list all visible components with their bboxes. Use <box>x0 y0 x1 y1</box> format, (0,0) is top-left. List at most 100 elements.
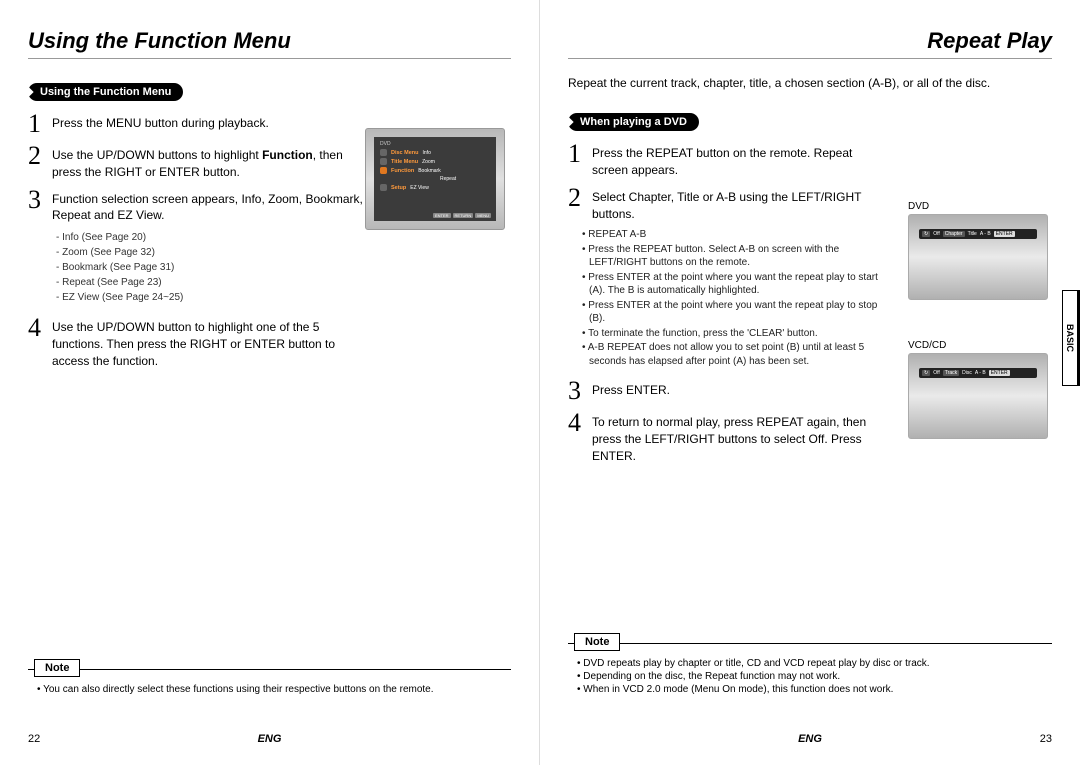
function-sublist: Info (See Page 20) Zoom (See Page 32) Bo… <box>56 230 368 305</box>
tv-label: Title Menu <box>391 159 418 165</box>
tv-btn: RETURN <box>453 213 474 218</box>
tv-item: Repeat <box>440 176 456 182</box>
page-title: Repeat Play <box>568 28 1052 54</box>
tv-item: Info <box>423 150 431 156</box>
note-box: You can also directly select these funct… <box>28 669 511 695</box>
step-text: Select Chapter, Title or A-B using the L… <box>592 185 878 223</box>
osd-column: DVD ↻ Off Chapter Title A - B ENTER VCD/… <box>908 195 1048 439</box>
note-header: Note <box>34 659 80 677</box>
list-item: Press ENTER at the point where you want … <box>582 299 878 326</box>
step-number: 4 <box>568 410 592 464</box>
osd-dvd: ↻ Off Chapter Title A - B ENTER <box>908 214 1048 300</box>
tv-item: EZ View <box>410 185 429 191</box>
step-2: 2 Use the UP/DOWN buttons to highlight F… <box>28 143 368 181</box>
section-pill: Using the Function Menu <box>28 83 183 101</box>
list-item: REPEAT A-B <box>582 228 878 242</box>
header-row: Using the Function Menu <box>28 28 511 59</box>
step-text: Press the REPEAT button on the remote. R… <box>592 141 878 179</box>
tv-buttons: ENTER RETURN MENU <box>433 213 491 218</box>
note-box: DVD repeats play by chapter or title, CD… <box>568 643 1052 695</box>
tv-item: Bookmark <box>418 168 441 174</box>
side-tab-basic: BASIC <box>1062 290 1077 386</box>
tv-screen: DVD Disc Menu Info Title Menu Zoom Functio… <box>374 137 496 221</box>
osd-item: ENTER <box>994 231 1015 237</box>
step-number: 4 <box>28 315 52 369</box>
step-text: Use the UP/DOWN button to highlight one … <box>52 315 368 369</box>
step-text: Function selection screen appears, Info,… <box>52 187 368 225</box>
note-item: Depending on the disc, the Repeat functi… <box>572 671 1048 682</box>
menu-icon <box>380 149 387 156</box>
page-number: 23 <box>1040 733 1052 745</box>
menu-icon <box>380 158 387 165</box>
osd-bar: ↻ Off Chapter Title A - B ENTER <box>919 229 1037 239</box>
step-1: 1 Press the REPEAT button on the remote.… <box>568 141 878 179</box>
manual-spread: Using the Function Menu Using the Functi… <box>0 0 1080 765</box>
step-number: 2 <box>568 185 592 223</box>
osd-item: ENTER <box>989 370 1010 376</box>
osd-item: A - B <box>980 231 991 237</box>
tv-graphic: DVD Disc Menu Info Title Menu Zoom Functio… <box>365 128 505 230</box>
step-number: 1 <box>28 111 52 137</box>
sublist-item: Info (See Page 20) <box>56 230 368 245</box>
footer: ENG 23 <box>568 733 1052 745</box>
header-row: Repeat Play <box>568 28 1052 59</box>
step-text: Press the MENU button during playback. <box>52 111 269 137</box>
step-2: 2 Select Chapter, Title or A-B using the… <box>568 185 878 223</box>
osd-item: Title <box>968 231 977 237</box>
tv-label: Setup <box>391 185 406 191</box>
step-number: 3 <box>568 378 592 404</box>
sublist-item: Bookmark (See Page 31) <box>56 260 368 275</box>
sublist-item: EZ View (See Page 24~25) <box>56 290 368 305</box>
osd-label: DVD <box>908 201 1048 212</box>
step-number: 3 <box>28 187 52 225</box>
note-section: Note You can also directly select these … <box>28 650 511 697</box>
right-content: When playing a DVD 1 Press the REPEAT bu… <box>568 105 878 465</box>
osd-item: Disc <box>962 370 972 376</box>
step-3: 3 Function selection screen appears, Inf… <box>28 187 368 225</box>
step-text: To return to normal play, press REPEAT a… <box>592 410 878 464</box>
step-text: Use the UP/DOWN buttons to highlight Fun… <box>52 143 368 181</box>
tv-btn: MENU <box>475 213 491 218</box>
osd-item: Off <box>933 370 940 376</box>
menu-icon <box>380 167 387 174</box>
tv-label: Disc Menu <box>391 150 419 156</box>
footer: 22 ENG <box>28 733 511 745</box>
list-item: Press ENTER at the point where you want … <box>582 271 878 298</box>
step-1: 1 Press the MENU button during playback. <box>28 111 368 137</box>
menu-icon <box>380 184 387 191</box>
section-pill: When playing a DVD <box>568 113 699 131</box>
osd-item: A - B <box>975 370 986 376</box>
list-item: A-B REPEAT does not allow you to set poi… <box>582 341 878 368</box>
tv-label: Function <box>391 168 414 174</box>
step-4: 4 Use the UP/DOWN button to highlight on… <box>28 315 368 369</box>
note-section: Note DVD repeats play by chapter or titl… <box>568 624 1052 697</box>
note-item: DVD repeats play by chapter or title, CD… <box>572 658 1048 669</box>
sublist-item: Zoom (See Page 32) <box>56 245 368 260</box>
sublist-item: Repeat (See Page 23) <box>56 275 368 290</box>
list-item: Press the REPEAT button. Select A-B on s… <box>582 243 878 270</box>
step-4: 4 To return to normal play, press REPEAT… <box>568 410 878 464</box>
note-item: You can also directly select these funct… <box>32 684 507 695</box>
list-item: To terminate the function, press the 'CL… <box>582 327 878 341</box>
osd-vcd: ↻ Off Track Disc A - B ENTER <box>908 353 1048 439</box>
note-item: When in VCD 2.0 mode (Menu On mode), thi… <box>572 684 1048 695</box>
lang-label: ENG <box>258 733 282 745</box>
page-left: Using the Function Menu Using the Functi… <box>0 0 540 765</box>
osd-label: VCD/CD <box>908 340 1048 351</box>
step-3: 3 Press ENTER. <box>568 378 878 404</box>
step-number: 1 <box>568 141 592 179</box>
osd-item: Track <box>943 370 959 376</box>
osd-item: Chapter <box>943 231 965 237</box>
tv-item: Zoom <box>422 159 435 165</box>
tv-disc-type: DVD <box>380 141 490 147</box>
page-title: Using the Function Menu <box>28 28 291 54</box>
tv-btn: ENTER <box>433 213 451 218</box>
repeat-icon: ↻ <box>922 231 930 237</box>
lang-label: ENG <box>798 733 822 745</box>
step-number: 2 <box>28 143 52 181</box>
intro-text: Repeat the current track, chapter, title… <box>568 75 1052 91</box>
note-header: Note <box>574 633 620 651</box>
repeat-icon: ↻ <box>922 370 930 376</box>
page-number: 22 <box>28 733 40 745</box>
left-content: Using the Function Menu 1 Press the MENU… <box>28 75 368 370</box>
